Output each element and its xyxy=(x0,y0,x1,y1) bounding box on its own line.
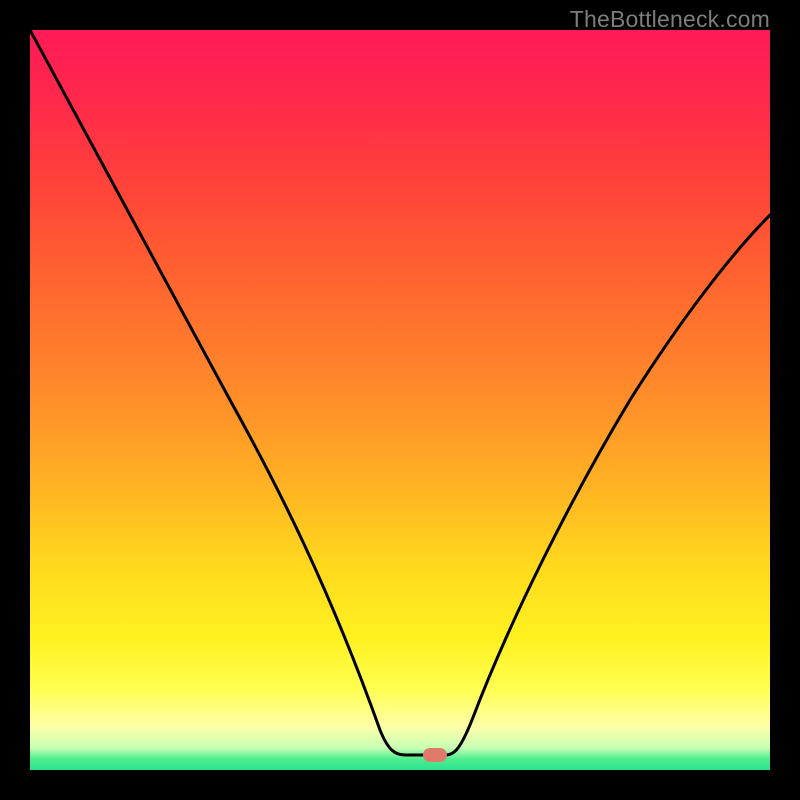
bottleneck-curve xyxy=(30,30,770,770)
plot-area xyxy=(30,30,770,770)
watermark-text: TheBottleneck.com xyxy=(570,6,770,33)
chart-stage: TheBottleneck.com xyxy=(0,0,800,800)
min-marker xyxy=(423,748,447,762)
curve-path xyxy=(30,30,770,755)
